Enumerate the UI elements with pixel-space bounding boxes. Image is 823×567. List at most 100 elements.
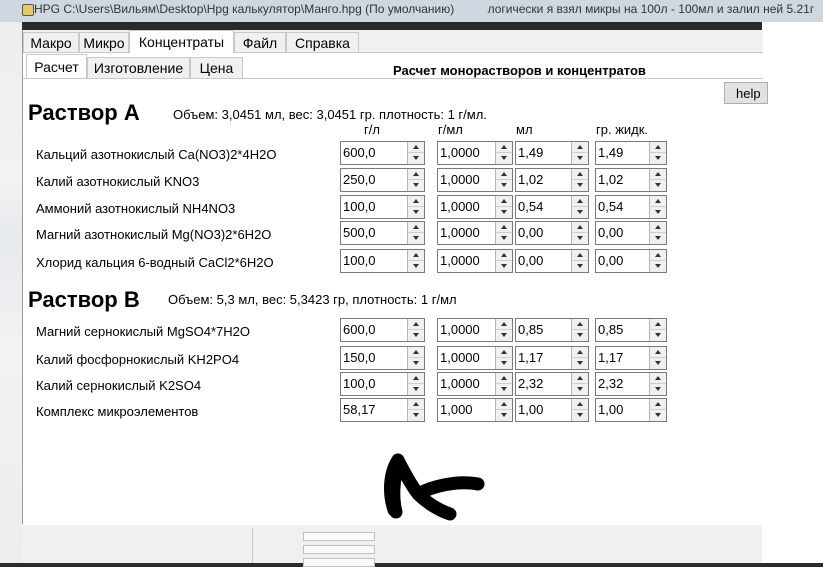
numeric-stepper[interactable]: 100,0 — [340, 372, 425, 396]
stepper-up-icon[interactable] — [650, 373, 666, 384]
menu-tab-0[interactable]: Макро — [23, 32, 79, 52]
numeric-stepper[interactable]: 1,0000 — [437, 141, 513, 165]
stepper-up-icon[interactable] — [496, 222, 512, 233]
numeric-stepper[interactable]: 1,0000 — [437, 168, 513, 192]
numeric-stepper[interactable]: 0,00 — [515, 221, 589, 245]
stepper-down-icon[interactable] — [650, 180, 666, 191]
stepper-up-icon[interactable] — [408, 142, 424, 153]
stepper-up-icon[interactable] — [650, 196, 666, 207]
numeric-stepper[interactable]: 500,0 — [340, 221, 425, 245]
numeric-stepper[interactable]: 0,85 — [595, 318, 667, 342]
stepper-down-icon[interactable] — [572, 358, 588, 369]
stepper-down-icon[interactable] — [496, 410, 512, 421]
menu-tab-1[interactable]: Микро — [79, 32, 129, 52]
stepper-down-icon[interactable] — [496, 153, 512, 164]
stepper-up-icon[interactable] — [408, 169, 424, 180]
numeric-stepper[interactable]: 0,00 — [595, 221, 667, 245]
numeric-stepper[interactable]: 150,0 — [340, 346, 425, 370]
numeric-stepper[interactable]: 0,54 — [595, 195, 667, 219]
stepper-up-icon[interactable] — [496, 250, 512, 261]
stepper-down-icon[interactable] — [572, 153, 588, 164]
numeric-stepper[interactable]: 2,32 — [515, 372, 589, 396]
stepper-down-icon[interactable] — [572, 261, 588, 272]
numeric-stepper[interactable]: 1,00 — [515, 398, 589, 422]
subtab-0[interactable]: Расчет — [26, 54, 87, 79]
stepper-up-icon[interactable] — [408, 373, 424, 384]
numeric-stepper[interactable]: 1,0000 — [437, 221, 513, 245]
stepper-up-icon[interactable] — [572, 319, 588, 330]
numeric-stepper[interactable]: 1,0000 — [437, 372, 513, 396]
stepper-up-icon[interactable] — [408, 222, 424, 233]
stepper-down-icon[interactable] — [650, 410, 666, 421]
stepper-down-icon[interactable] — [408, 233, 424, 244]
stepper-up-icon[interactable] — [408, 319, 424, 330]
stepper-down-icon[interactable] — [572, 233, 588, 244]
numeric-stepper[interactable]: 250,0 — [340, 168, 425, 192]
stepper-up-icon[interactable] — [650, 399, 666, 410]
stepper-up-icon[interactable] — [496, 373, 512, 384]
numeric-stepper[interactable]: 0,00 — [595, 249, 667, 273]
numeric-stepper[interactable]: 600,0 — [340, 318, 425, 342]
stepper-up-icon[interactable] — [572, 222, 588, 233]
menu-tab-2[interactable]: Концентраты — [129, 30, 234, 53]
numeric-stepper[interactable]: 1,17 — [515, 346, 589, 370]
stepper-up-icon[interactable] — [650, 347, 666, 358]
stepper-down-icon[interactable] — [650, 358, 666, 369]
numeric-stepper[interactable]: 1,49 — [515, 141, 589, 165]
numeric-stepper[interactable]: 1,0000 — [437, 318, 513, 342]
numeric-stepper[interactable]: 1,02 — [515, 168, 589, 192]
numeric-stepper[interactable]: 1,0000 — [437, 346, 513, 370]
stepper-down-icon[interactable] — [650, 330, 666, 341]
stepper-up-icon[interactable] — [572, 142, 588, 153]
stepper-up-icon[interactable] — [572, 347, 588, 358]
stepper-down-icon[interactable] — [496, 261, 512, 272]
stepper-up-icon[interactable] — [496, 347, 512, 358]
stepper-down-icon[interactable] — [650, 384, 666, 395]
stepper-up-icon[interactable] — [496, 319, 512, 330]
stepper-down-icon[interactable] — [650, 153, 666, 164]
stepper-down-icon[interactable] — [496, 207, 512, 218]
stepper-up-icon[interactable] — [496, 169, 512, 180]
stepper-up-icon[interactable] — [496, 196, 512, 207]
stepper-down-icon[interactable] — [496, 384, 512, 395]
stepper-down-icon[interactable] — [650, 233, 666, 244]
stepper-up-icon[interactable] — [572, 250, 588, 261]
stepper-down-icon[interactable] — [572, 410, 588, 421]
numeric-stepper[interactable]: 600,0 — [340, 141, 425, 165]
numeric-stepper[interactable]: 0,00 — [515, 249, 589, 273]
numeric-stepper[interactable]: 1,0000 — [437, 249, 513, 273]
numeric-stepper[interactable]: 1,00 — [595, 398, 667, 422]
stepper-down-icon[interactable] — [408, 180, 424, 191]
numeric-stepper[interactable]: 2,32 — [595, 372, 667, 396]
stepper-up-icon[interactable] — [496, 399, 512, 410]
numeric-stepper[interactable]: 1,02 — [595, 168, 667, 192]
numeric-stepper[interactable]: 100,0 — [340, 195, 425, 219]
stepper-up-icon[interactable] — [650, 169, 666, 180]
stepper-up-icon[interactable] — [408, 347, 424, 358]
stepper-down-icon[interactable] — [408, 207, 424, 218]
stepper-down-icon[interactable] — [572, 207, 588, 218]
stepper-down-icon[interactable] — [496, 330, 512, 341]
stepper-up-icon[interactable] — [408, 250, 424, 261]
numeric-stepper[interactable]: 100,0 — [340, 249, 425, 273]
stepper-down-icon[interactable] — [572, 384, 588, 395]
stepper-down-icon[interactable] — [408, 358, 424, 369]
stepper-up-icon[interactable] — [572, 399, 588, 410]
subtab-1[interactable]: Изготовление — [87, 57, 190, 79]
numeric-stepper[interactable]: 1,0000 — [437, 195, 513, 219]
stepper-down-icon[interactable] — [408, 153, 424, 164]
menu-tab-3[interactable]: Файл — [234, 32, 286, 52]
help-button[interactable]: help — [724, 82, 768, 104]
numeric-stepper[interactable]: 58,17 — [340, 398, 425, 422]
stepper-up-icon[interactable] — [496, 142, 512, 153]
stepper-down-icon[interactable] — [496, 358, 512, 369]
stepper-down-icon[interactable] — [572, 330, 588, 341]
stepper-up-icon[interactable] — [572, 169, 588, 180]
stepper-up-icon[interactable] — [650, 222, 666, 233]
numeric-stepper[interactable]: 1,49 — [595, 141, 667, 165]
stepper-up-icon[interactable] — [408, 196, 424, 207]
subtab-2[interactable]: Цена — [190, 57, 243, 79]
stepper-down-icon[interactable] — [650, 207, 666, 218]
stepper-down-icon[interactable] — [496, 180, 512, 191]
stepper-up-icon[interactable] — [408, 399, 424, 410]
